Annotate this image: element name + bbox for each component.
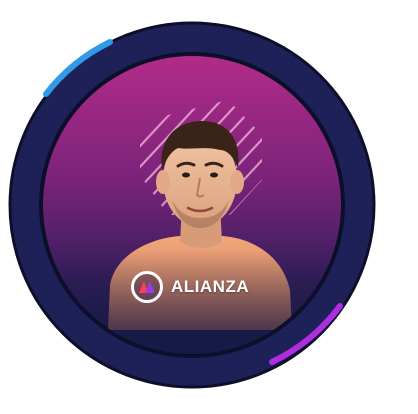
brand-lockup: ALIANZA [131, 271, 249, 303]
brand-name: ALIANZA [171, 277, 250, 296]
alianza-logo-icon [131, 271, 163, 303]
badge-graphic [8, 21, 376, 389]
profile-badge: ALIANZA [0, 0, 418, 414]
